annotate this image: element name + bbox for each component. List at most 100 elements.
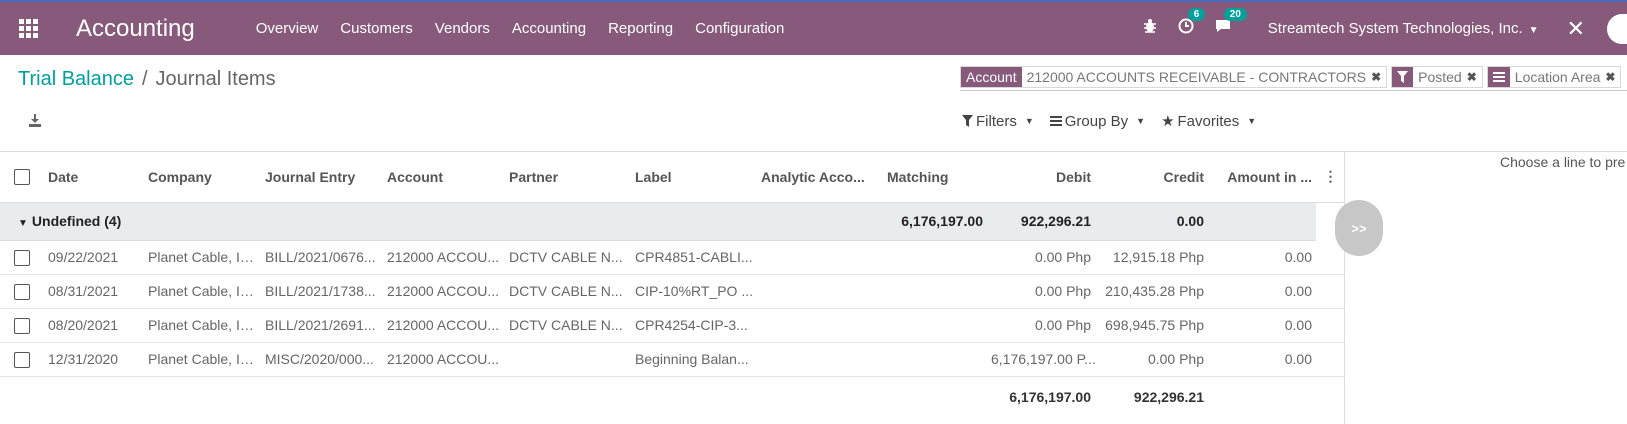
cell-date: 08/20/2021	[44, 308, 144, 343]
column-company[interactable]: Company	[144, 152, 261, 203]
cell-partner: DCTV CABLE N...	[505, 240, 631, 275]
menu-item-overview[interactable]: Overview	[245, 2, 330, 55]
cell-date: 09/22/2021	[44, 240, 144, 275]
cell-journal-entry: BILL/2021/1738...	[261, 274, 383, 309]
group-by-button[interactable]: Group By ▼	[1049, 112, 1145, 130]
group-row[interactable]: ▼ Undefined (4) 6,176,197.00 922,296.21 0…	[0, 202, 1345, 241]
breadcrumb: Trial Balance / Journal Items	[18, 68, 276, 91]
breadcrumb-separator: /	[141, 68, 148, 90]
table-row[interactable]: 08/31/2021 Planet Cable, Inc. BILL/2021/…	[0, 274, 1345, 309]
filter-icon	[962, 115, 973, 127]
cell-label: CIP-10%RT_PO ...	[631, 274, 757, 309]
cell-matching	[883, 274, 987, 309]
search-options: Filters ▼ Group By ▼ ★ Favorites ▼	[962, 112, 1256, 130]
column-matching[interactable]: Matching	[883, 152, 987, 203]
remove-facet-icon[interactable]: ✖	[1605, 70, 1615, 84]
search-facet-account: Account 212000 ACCOUNTS RECEIVABLE - CON…	[960, 66, 1388, 88]
company-switcher[interactable]: Streamtech System Technologies, Inc. ▼	[1268, 20, 1539, 37]
optional-columns-icon[interactable]: ⋮	[1316, 152, 1345, 203]
messages-badge: 20	[1223, 8, 1247, 21]
cell-analytic-account	[757, 308, 883, 343]
column-debit[interactable]: Debit	[987, 152, 1095, 203]
menu-item-accounting[interactable]: Accounting	[501, 2, 597, 55]
search-facet-posted: Posted ✖	[1391, 66, 1483, 88]
app-title[interactable]: Accounting	[76, 15, 195, 43]
favorites-label: Favorites	[1177, 112, 1240, 130]
cell-debit: 0.00 Php	[987, 274, 1095, 309]
remove-facet-icon[interactable]: ✖	[1371, 70, 1381, 84]
group-label-cell: ▼ Undefined (4)	[0, 202, 883, 241]
totals-row: 6,176,197.00 922,296.21	[0, 376, 1345, 418]
company-name: Streamtech System Technologies, Inc.	[1267, 20, 1523, 37]
filters-button[interactable]: Filters ▼	[962, 112, 1034, 130]
navbar-right: 6 20 Streamtech System Technologies, Inc…	[1142, 2, 1627, 55]
breadcrumb-trial-balance[interactable]: Trial Balance	[18, 68, 134, 90]
column-analytic-account[interactable]: Analytic Acco...	[757, 152, 883, 203]
total-credit: 922,296.21	[1133, 389, 1204, 406]
messages-icon[interactable]: 20	[1214, 8, 1247, 39]
row-checkbox[interactable]	[0, 308, 44, 343]
row-checkbox[interactable]	[0, 240, 44, 275]
cell-journal-entry: BILL/2021/0676...	[261, 240, 383, 275]
top-navbar: Accounting Overview Customers Vendors Ac…	[0, 0, 1627, 55]
favorites-button[interactable]: ★ Favorites ▼	[1161, 112, 1256, 131]
avatar[interactable]	[1607, 13, 1627, 44]
select-all-checkbox[interactable]	[0, 152, 44, 203]
table-row[interactable]: 09/22/2021 Planet Cable, Inc. BILL/2021/…	[0, 240, 1345, 275]
cell-label: Beginning Balan...	[631, 342, 757, 377]
menu-item-vendors[interactable]: Vendors	[424, 2, 501, 55]
table-row[interactable]: 08/20/2021 Planet Cable, Inc. BILL/2021/…	[0, 308, 1345, 343]
cell-credit: 698,945.75 Php	[1095, 308, 1208, 343]
journal-items-table: Date Company Journal Entry Account Partn…	[0, 152, 1345, 418]
menu-item-reporting[interactable]: Reporting	[597, 2, 684, 55]
main-menu: Overview Customers Vendors Accounting Re…	[245, 2, 796, 55]
table-row[interactable]: 12/31/2020 Planet Cable, Inc. MISC/2020/…	[0, 342, 1345, 377]
apps-menu-icon[interactable]	[0, 2, 56, 55]
download-icon[interactable]	[26, 113, 44, 129]
cell-amount-in-currency: 0.00	[1208, 308, 1316, 343]
remove-facet-icon[interactable]: ✖	[1467, 70, 1477, 84]
row-checkbox[interactable]	[0, 342, 44, 377]
cell-company: Planet Cable, Inc.	[144, 308, 261, 343]
cell-date: 12/31/2020	[44, 342, 144, 377]
cell-credit: 12,915.18 Php	[1095, 240, 1208, 275]
cell-date: 08/31/2021	[44, 274, 144, 309]
group-label: Undefined (4)	[31, 213, 122, 229]
cell-account: 212000 ACCOU...	[383, 342, 505, 377]
facet-label: Account	[961, 67, 1022, 87]
group-by-label: Group By	[1064, 112, 1129, 130]
cell-journal-entry: BILL/2021/2691...	[261, 308, 383, 343]
column-amount-in-currency[interactable]: Amount in ...	[1208, 152, 1316, 203]
bug-icon[interactable]	[1142, 18, 1158, 39]
search-facet-location-area: Location Area ✖	[1486, 66, 1622, 88]
column-date[interactable]: Date	[44, 152, 144, 203]
group-amount: 0.00	[1095, 202, 1208, 241]
chevron-down-icon: ▼	[1024, 116, 1034, 126]
star-icon: ★	[1161, 113, 1175, 130]
facet-value: 212000 ACCOUNTS RECEIVABLE - CONTRACTORS	[1026, 69, 1367, 85]
row-checkbox[interactable]	[0, 274, 44, 309]
filter-icon	[1392, 67, 1414, 87]
column-credit[interactable]: Credit	[1095, 152, 1208, 203]
cell-analytic-account	[757, 342, 883, 377]
table-header-row: Date Company Journal Entry Account Partn…	[0, 152, 1345, 203]
cell-journal-entry: MISC/2020/000...	[261, 342, 383, 377]
menu-item-configuration[interactable]: Configuration	[684, 2, 795, 55]
activity-clock-icon[interactable]: 6	[1178, 8, 1206, 39]
column-account[interactable]: Account	[383, 152, 505, 203]
search-bar[interactable]: Account 212000 ACCOUNTS RECEIVABLE - CON…	[960, 64, 1627, 91]
cell-label: CPR4254-CIP-3...	[631, 308, 757, 343]
cell-debit: 0.00 Php	[987, 240, 1095, 275]
column-partner[interactable]: Partner	[505, 152, 631, 203]
cell-analytic-account	[757, 240, 883, 275]
menu-item-customers[interactable]: Customers	[329, 2, 424, 55]
expand-preview-button[interactable]: >>	[1335, 200, 1383, 256]
cell-account: 212000 ACCOU...	[383, 240, 505, 275]
group-by-icon	[1049, 116, 1062, 126]
close-tools-icon[interactable]: ✕	[1567, 16, 1585, 42]
preview-pane: Choose a line to pre	[1345, 152, 1627, 424]
column-label[interactable]: Label	[631, 152, 757, 203]
column-journal-entry[interactable]: Journal Entry	[261, 152, 383, 203]
cell-partner	[505, 342, 631, 377]
cell-amount-in-currency: 0.00	[1208, 274, 1316, 309]
